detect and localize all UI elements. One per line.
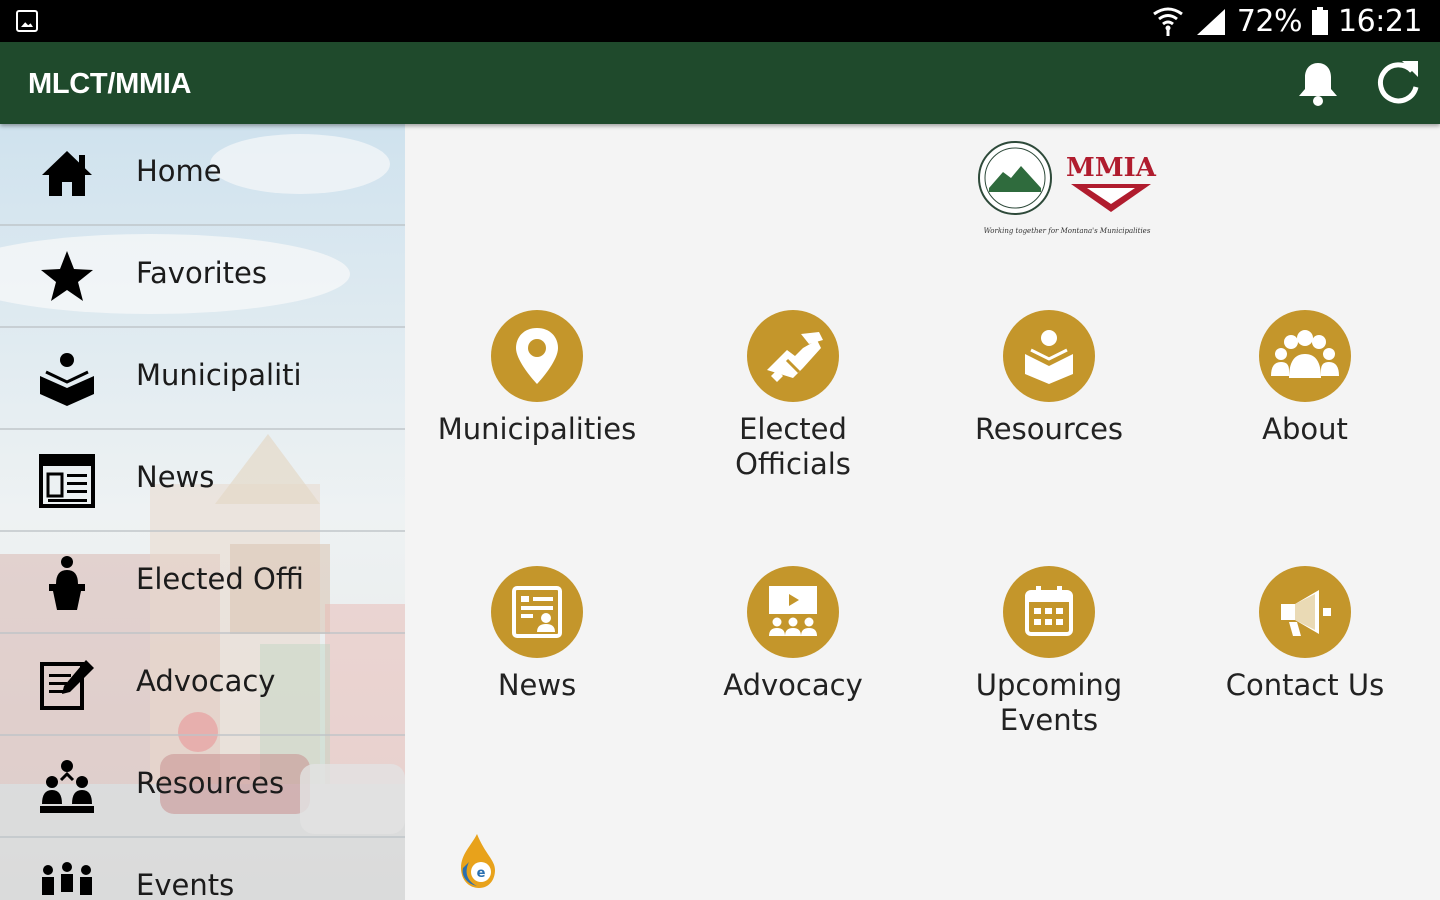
drawer-item-home[interactable]: Home [0, 124, 405, 226]
map-pin-icon [516, 328, 558, 384]
main-content: MMIA Working together for Montana's Muni… [405, 124, 1440, 900]
app-bar: MLCT/MMIA [0, 42, 1440, 124]
tile-label: Advocacy [723, 668, 863, 702]
battery-icon [1312, 7, 1329, 35]
signal-icon [1196, 9, 1225, 35]
tile-news[interactable]: News [417, 566, 657, 766]
drawer-item-events[interactable]: Events [0, 838, 405, 900]
calendar-icon [1025, 586, 1073, 636]
app-title: MLCT/MMIA [28, 68, 192, 100]
tile-label: Municipalities [437, 412, 637, 446]
tile-circle [747, 566, 839, 658]
drawer-item-resources[interactable]: Resources [0, 736, 405, 838]
tile-circle [491, 566, 583, 658]
drawer-item-label: Elected Offi [136, 562, 304, 596]
news-icon [512, 586, 562, 638]
drawer-item-label: News [136, 460, 215, 494]
tile-circle [491, 310, 583, 402]
tile-label: Upcoming Events [975, 668, 1123, 737]
tile-advocacy[interactable]: Advocacy [673, 566, 913, 766]
mlct-mmia-logo: MMIA Working together for Montana's Muni… [978, 141, 1157, 235]
drawer-item-news[interactable]: News [0, 430, 405, 532]
tile-municipalities[interactable]: Municipalities [417, 310, 657, 510]
navigation-drawer: Home Favorites Municipaliti News Elected… [0, 124, 405, 900]
tile-circle [1259, 310, 1351, 402]
drawer-item-label: Municipaliti [136, 358, 302, 392]
podium-icon [49, 556, 85, 610]
bell-icon[interactable] [1294, 59, 1342, 107]
open-book-icon [1025, 330, 1073, 384]
handshake-icon [767, 332, 823, 382]
group-resources-icon [40, 760, 94, 813]
drawer-item-municipalities[interactable]: Municipaliti [0, 328, 405, 430]
events-group-icon [42, 862, 92, 895]
tile-contact-us[interactable]: Contact Us [1185, 566, 1425, 766]
tile-elected-officials[interactable]: Elected Officials [673, 310, 913, 510]
tile-label: News [497, 668, 577, 702]
megaphone-icon [1281, 590, 1331, 636]
tile-circle [1003, 310, 1095, 402]
tile-circle [747, 310, 839, 402]
municipalities-icon [40, 353, 94, 406]
star-icon [41, 251, 93, 301]
tile-label: Resources [974, 412, 1124, 446]
drawer-item-label: Events [136, 868, 235, 900]
refresh-icon[interactable] [1372, 57, 1424, 109]
svg-text:e: e [477, 866, 486, 881]
clock: 16:21 [1338, 3, 1422, 39]
mmia-logo-text: MMIA [1066, 153, 1157, 183]
drawer-item-label: Favorites [136, 256, 267, 290]
battery-percentage: 72% [1236, 3, 1303, 39]
logo-tagline: Working together for Montana's Municipal… [984, 227, 1151, 235]
tile-label: Elected Officials [735, 412, 851, 481]
developer-brand-icon: e [461, 834, 495, 888]
tile-about[interactable]: About [1185, 310, 1425, 510]
wifi-icon [1152, 7, 1183, 36]
tile-circle [1259, 566, 1351, 658]
newspaper-icon [39, 454, 95, 508]
edit-note-icon [40, 660, 94, 710]
tile-resources[interactable]: Resources [929, 310, 1169, 510]
status-bar: 72% 16:21 [0, 0, 1440, 42]
drawer-item-label: Home [136, 154, 222, 188]
status-right: 72% 16:21 [1151, 3, 1422, 39]
drawer-item-label: Advocacy [136, 664, 276, 698]
people-icon [1271, 330, 1339, 378]
drawer-item-favorites[interactable]: Favorites [0, 226, 405, 328]
drawer-item-advocacy[interactable]: Advocacy [0, 634, 405, 736]
tile-label: Contact Us [1225, 668, 1385, 702]
home-icon [42, 151, 92, 196]
drawer-item-label: Resources [136, 766, 285, 800]
gallery-notification-icon [16, 10, 38, 32]
tile-upcoming-events[interactable]: Upcoming Events [929, 566, 1169, 766]
drawer-item-elected-officials[interactable]: Elected Offi [0, 532, 405, 634]
tile-circle [1003, 566, 1095, 658]
presentation-icon [769, 586, 817, 636]
tile-label: About [1262, 412, 1348, 446]
